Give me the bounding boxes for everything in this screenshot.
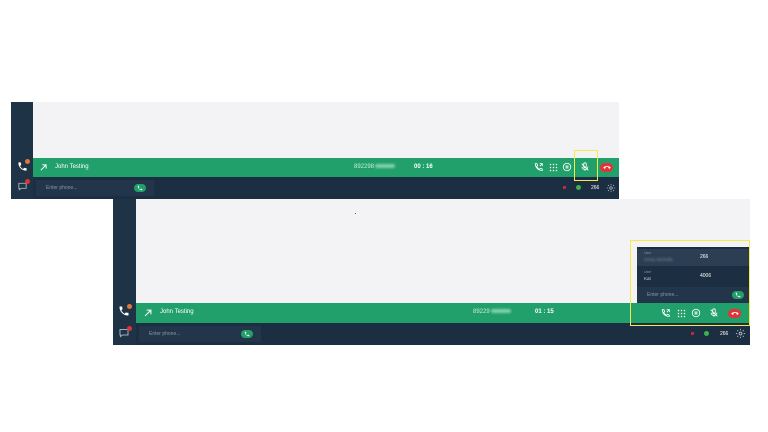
contact-type-label: User: [644, 270, 652, 274]
contact-name: Kat: [644, 276, 651, 281]
pause-icon: [562, 162, 572, 172]
hangup-icon: [602, 166, 611, 169]
transfer-contact-item[interactable]: User Kat 4006: [637, 268, 749, 285]
recording-indicator: [563, 186, 566, 189]
mute-button[interactable]: [579, 161, 591, 173]
call-timer: 00 : 16: [414, 164, 433, 170]
phone-input-container: [139, 326, 261, 342]
settings-button[interactable]: [735, 328, 746, 339]
extension-number: 266: [591, 185, 600, 191]
call-indicator-badge: [127, 304, 132, 309]
phone-number-input[interactable]: [149, 329, 219, 339]
transfer-contacts-panel: User Kirsty Michelle 266 User Kat 4006: [637, 247, 749, 305]
microphone-off-icon: [710, 308, 718, 317]
recording-indicator: [691, 332, 694, 335]
dialer-bar: 266: [136, 323, 750, 345]
left-sidebar: [113, 199, 136, 345]
transfer-button[interactable]: [533, 161, 545, 173]
keypad-icon: [549, 163, 557, 171]
transfer-call-icon: [534, 163, 543, 171]
chat-sidebar-button[interactable]: [115, 325, 133, 341]
phone-sidebar-button[interactable]: [13, 158, 31, 174]
dial-button[interactable]: [134, 184, 146, 192]
phone-input-container: [36, 180, 154, 196]
hold-button[interactable]: [561, 161, 573, 173]
online-status-dot: [576, 185, 581, 190]
keypad-button[interactable]: [547, 161, 559, 173]
transfer-contact-item[interactable]: User Kirsty Michelle 266: [637, 249, 749, 266]
number-redaction: [490, 309, 511, 314]
call-indicator-badge: [25, 159, 30, 164]
active-call-bar: John Testing 892298 00 : 16: [33, 158, 619, 177]
caller-name: John Testing: [160, 309, 194, 315]
phone-icon: [137, 185, 143, 191]
mute-button[interactable]: [708, 307, 720, 319]
transfer-dial-button[interactable]: [732, 291, 744, 299]
hangup-button[interactable]: [728, 309, 741, 318]
left-sidebar: [11, 102, 33, 199]
contact-extension: 266: [700, 254, 709, 260]
number-redaction: [375, 164, 396, 169]
call-timer: 01 : 15: [535, 309, 554, 315]
caller-number: 892298: [354, 164, 396, 170]
outgoing-call-arrow-icon: [144, 309, 152, 317]
outgoing-call-arrow-icon: [40, 164, 47, 171]
transfer-phone-input[interactable]: [647, 290, 717, 300]
settings-button[interactable]: [605, 182, 616, 193]
caller-name: John Testing: [55, 164, 89, 170]
dial-button[interactable]: [241, 330, 253, 338]
gear-icon: [735, 328, 746, 339]
contact-type-label: User: [644, 251, 652, 255]
screenshot-one: John Testing 892298 00 : 16 266: [11, 102, 619, 199]
screenshot-two: User Kirsty Michelle 266 User Kat 4006 J…: [113, 199, 750, 345]
chat-unread-badge: [25, 179, 30, 184]
transfer-button[interactable]: [660, 307, 672, 319]
dialer-bar: 266: [33, 177, 619, 199]
contact-extension: 4006: [700, 273, 712, 279]
gear-icon: [606, 183, 615, 192]
hangup-icon: [730, 312, 739, 315]
keypad-button[interactable]: [675, 307, 687, 319]
chat-unread-badge: [127, 326, 132, 331]
hangup-button[interactable]: [600, 163, 613, 172]
phone-icon: [244, 331, 250, 337]
phone-sidebar-button[interactable]: [115, 303, 133, 319]
chat-sidebar-button[interactable]: [13, 178, 31, 194]
active-call-bar: John Testing 89229 01 : 15: [136, 303, 750, 323]
cursor-mark: [355, 213, 356, 214]
pause-icon: [691, 308, 701, 318]
contact-name: Kirsty Michelle: [644, 257, 674, 262]
phone-number-input[interactable]: [46, 183, 116, 193]
hold-button[interactable]: [690, 307, 702, 319]
online-status-dot: [704, 331, 709, 336]
transfer-call-icon: [661, 309, 670, 317]
phone-icon: [735, 292, 741, 298]
extension-number: 266: [720, 331, 729, 337]
keypad-icon: [677, 309, 685, 317]
transfer-input-container: [637, 287, 749, 303]
caller-number: 89229: [473, 309, 511, 315]
microphone-off-icon: [581, 162, 589, 171]
